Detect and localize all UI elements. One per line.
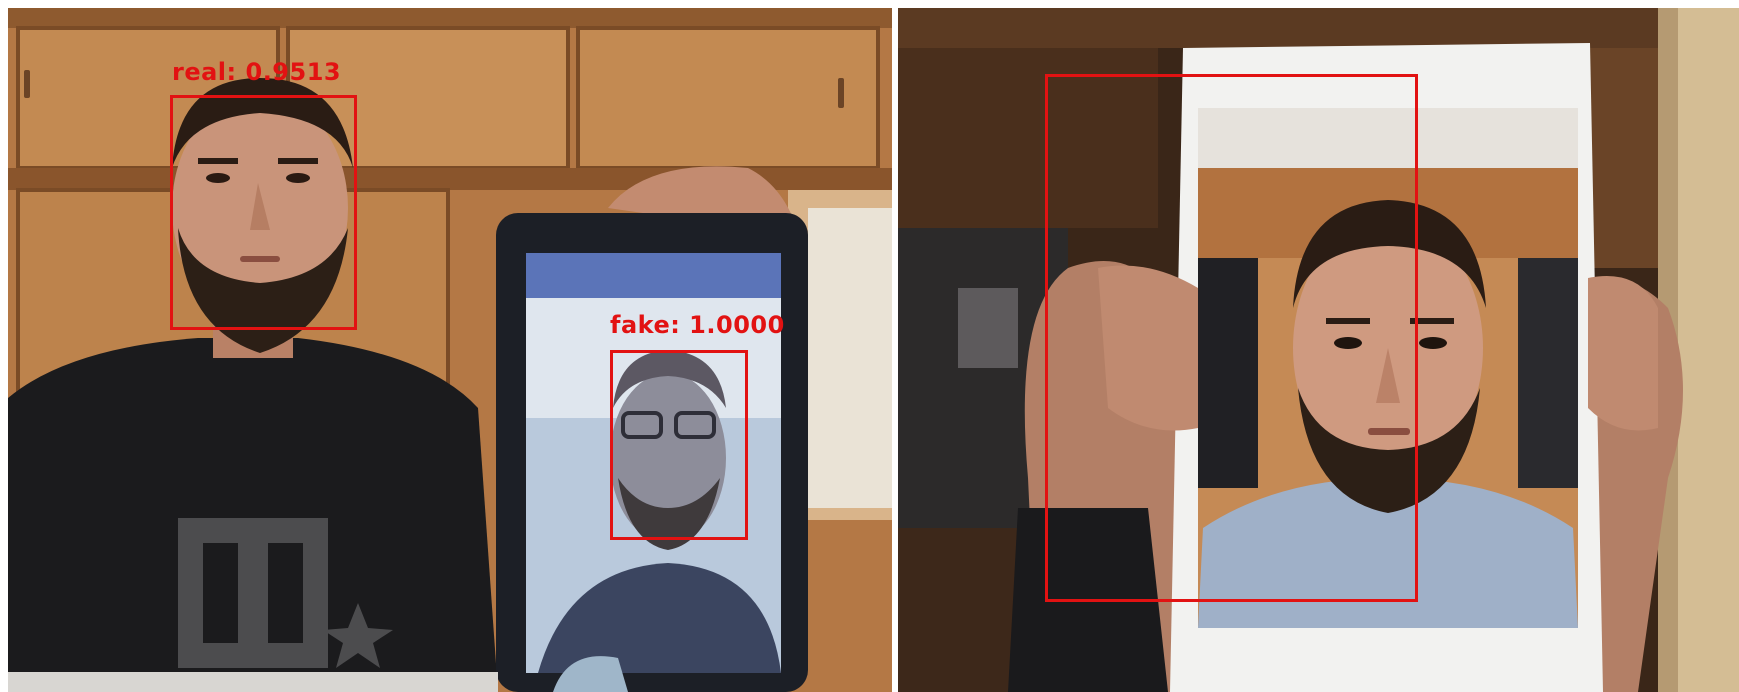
fake-print-bounding-box	[1045, 74, 1418, 602]
left-camera-frame: real: 0.9513 fake: 1.0000	[8, 8, 892, 692]
fake-face-score-label: fake: 1.0000	[610, 311, 785, 339]
real-face-score-label: real: 0.9513	[172, 58, 342, 86]
left-scene-image	[8, 8, 892, 692]
real-face-bounding-box	[170, 95, 357, 330]
fake-face-bounding-box-tablet	[610, 350, 748, 540]
right-camera-frame	[898, 8, 1739, 692]
